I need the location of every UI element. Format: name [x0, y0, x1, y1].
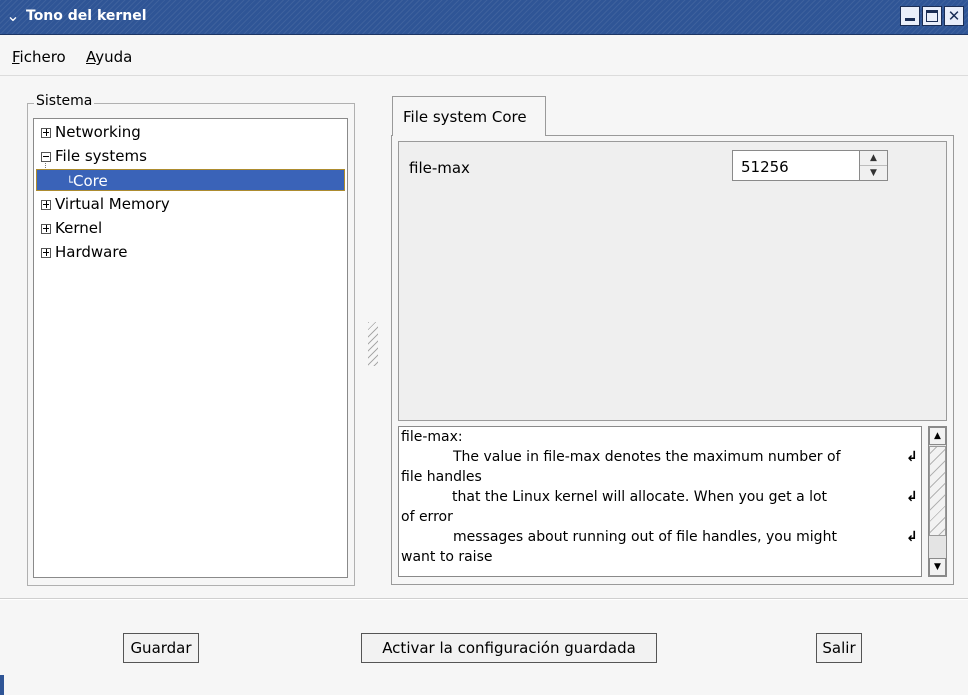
description-text[interactable]: file-max: The value in file-max denotes … — [398, 426, 922, 577]
tree-item-networking[interactable]: Networking — [34, 121, 141, 143]
close-button[interactable]: ✕ — [944, 6, 964, 26]
wrap-arrow-icon: ↲ — [906, 529, 918, 545]
splitter-grip-icon[interactable] — [368, 322, 378, 366]
tab-label: File system Core — [403, 108, 527, 126]
spin-up-icon[interactable]: ▲ — [860, 151, 887, 166]
tree-item-label: Virtual Memory — [55, 195, 170, 213]
file-max-label: file-max — [409, 159, 470, 177]
menu-fichero-mnemonic: F — [12, 48, 20, 66]
tree-item-virtual-memory[interactable]: Virtual Memory — [34, 193, 170, 215]
wrap-arrow-icon: ↲ — [906, 449, 918, 465]
desc-line: file handles — [401, 469, 482, 485]
menu-ayuda[interactable]: Ayuda — [86, 48, 132, 66]
tree-item-label: Hardware — [55, 243, 128, 261]
separator — [0, 598, 968, 600]
parameters-panel — [398, 141, 947, 421]
desc-line: file-max: — [401, 429, 463, 445]
system-tree[interactable]: Networking File systems └ Core Virtual M… — [33, 118, 348, 578]
expand-plus-icon[interactable] — [41, 200, 51, 210]
wrap-arrow-icon: ↲ — [906, 489, 918, 505]
scroll-up-icon[interactable]: ▲ — [929, 427, 946, 445]
tree-item-label: Core — [73, 172, 108, 190]
desc-line: messages about running out of file handl… — [453, 529, 837, 545]
tree-item-label: Networking — [55, 123, 141, 141]
minimize-icon — [905, 18, 915, 21]
maximize-icon — [926, 10, 938, 22]
collapse-minus-icon[interactable] — [41, 152, 51, 162]
file-max-spinner[interactable]: ▲ ▼ — [859, 150, 888, 181]
scroll-thumb[interactable] — [929, 446, 946, 536]
tree-item-label: File systems — [55, 147, 147, 165]
title-bar[interactable]: ⌄ Tono del kernel ✕ — [0, 0, 968, 35]
save-button[interactable]: Guardar — [123, 633, 199, 663]
tree-item-label: Kernel — [55, 219, 103, 237]
tree-branch-icon: └ — [66, 176, 73, 189]
scroll-down-icon[interactable]: ▼ — [929, 558, 946, 576]
file-max-input[interactable]: 51256 — [732, 150, 860, 181]
window-title: Tono del kernel — [26, 8, 147, 24]
spin-down-icon[interactable]: ▼ — [860, 166, 887, 180]
tree-item-core[interactable]: └ Core — [36, 169, 345, 191]
tab-file-system-core[interactable]: File system Core — [392, 96, 546, 136]
desc-line: want to raise — [401, 549, 493, 565]
desc-line: of error — [401, 509, 453, 525]
window-edge-marker — [0, 675, 4, 695]
description-scrollbar[interactable]: ▲ ▼ — [928, 426, 947, 577]
maximize-button[interactable] — [922, 6, 942, 26]
desc-line: The value in file-max denotes the maximu… — [453, 449, 841, 465]
desc-line: that the Linux kernel will allocate. Whe… — [452, 489, 828, 505]
tree-item-kernel[interactable]: Kernel — [34, 217, 102, 239]
menu-bar: Fichero Ayuda — [0, 35, 968, 76]
menu-fichero-rest: ichero — [19, 48, 66, 66]
tree-item-file-systems[interactable]: File systems — [34, 145, 147, 167]
quit-button[interactable]: Salir — [816, 633, 862, 663]
tree-item-hardware[interactable]: Hardware — [34, 241, 127, 263]
expand-plus-icon[interactable] — [41, 224, 51, 234]
menu-ayuda-rest: yuda — [95, 48, 133, 66]
activate-saved-config-button[interactable]: Activar la configuración guardada — [361, 633, 657, 663]
close-icon: ✕ — [947, 7, 961, 25]
menu-ayuda-mnemonic: A — [86, 48, 96, 66]
expand-plus-icon[interactable] — [41, 248, 51, 258]
menu-fichero[interactable]: Fichero — [12, 48, 66, 66]
expand-plus-icon[interactable] — [41, 128, 51, 138]
kernel-tuning-window: ⌄ Tono del kernel ✕ Fichero Ayuda Sistem… — [0, 0, 968, 695]
window-menu-chevron-icon[interactable]: ⌄ — [4, 7, 22, 25]
minimize-button[interactable] — [900, 6, 920, 26]
sistema-group-label: Sistema — [34, 93, 95, 109]
